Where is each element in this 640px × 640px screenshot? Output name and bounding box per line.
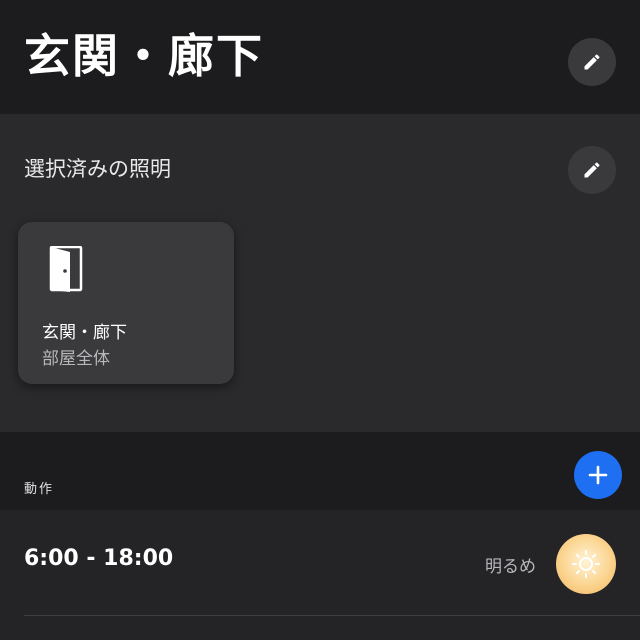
actions-label: 動作 bbox=[24, 482, 55, 497]
page-title: 玄関・廊下 bbox=[24, 29, 264, 83]
next-row bbox=[0, 616, 640, 640]
card-subtitle: 部屋全体 bbox=[42, 349, 110, 369]
selected-lights-section: 選択済みの照明 玄関・廊下 部屋全体 bbox=[0, 114, 640, 432]
add-action-button[interactable] bbox=[574, 451, 622, 499]
pencil-icon bbox=[584, 54, 600, 70]
action-time: 6:00 - 18:00 bbox=[24, 546, 174, 571]
action-row[interactable]: 6:00 - 18:00 明るめ bbox=[0, 510, 640, 616]
sun-icon bbox=[572, 550, 600, 578]
plus-icon bbox=[588, 465, 608, 485]
section-title: 選択済みの照明 bbox=[24, 157, 171, 181]
header: 玄関・廊下 bbox=[0, 0, 640, 114]
edit-lights-button[interactable] bbox=[568, 146, 616, 194]
pencil-icon bbox=[584, 162, 600, 178]
actions-header: 動作 bbox=[0, 432, 640, 510]
card-name: 玄関・廊下 bbox=[42, 323, 127, 343]
door-icon bbox=[49, 246, 83, 292]
scene-button[interactable] bbox=[556, 534, 616, 594]
light-card-genkan[interactable]: 玄関・廊下 部屋全体 bbox=[18, 222, 234, 384]
edit-title-button[interactable] bbox=[568, 38, 616, 86]
action-scene-label: 明るめ bbox=[485, 557, 536, 577]
